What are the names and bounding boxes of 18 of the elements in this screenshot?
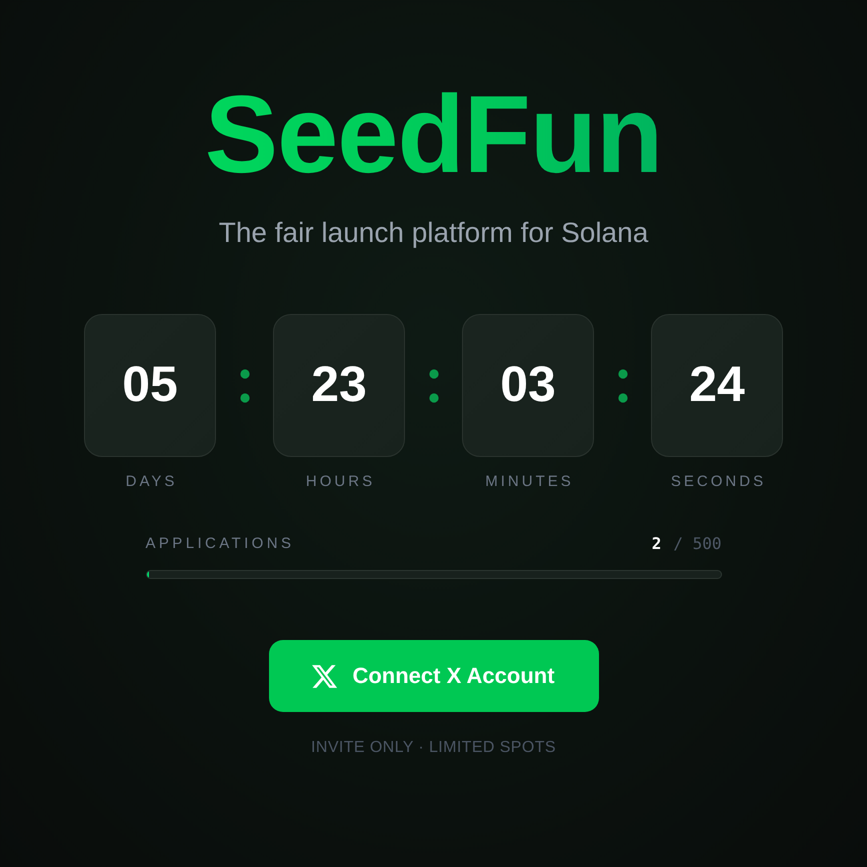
x-logo-icon	[312, 664, 338, 688]
connect-button[interactable]: Connect X Account	[268, 640, 598, 712]
applications-limit: / 500	[673, 535, 722, 553]
countdown-unit-label: DAYS	[124, 473, 178, 491]
applications-count: 2	[652, 535, 662, 553]
countdown-tile: 05	[84, 314, 216, 457]
countdown-unit-label: MINUTES	[484, 473, 574, 491]
countdown-unit-label: HOURS	[304, 473, 376, 491]
countdown-tile: 23	[273, 314, 405, 457]
footnote: INVITE ONLY · LIMITED SPOTS	[311, 738, 556, 757]
countdown-tile: 03	[462, 314, 594, 457]
countdown-tile: 24	[651, 314, 783, 457]
applications-label: APPLICATIONS	[146, 535, 294, 553]
colon-icon	[618, 368, 628, 402]
colon-icon	[240, 368, 250, 402]
countdown-unit-label: SECONDS	[670, 473, 766, 491]
colon-icon	[428, 368, 438, 402]
tagline: The fair launch platform for Solana	[218, 216, 648, 250]
